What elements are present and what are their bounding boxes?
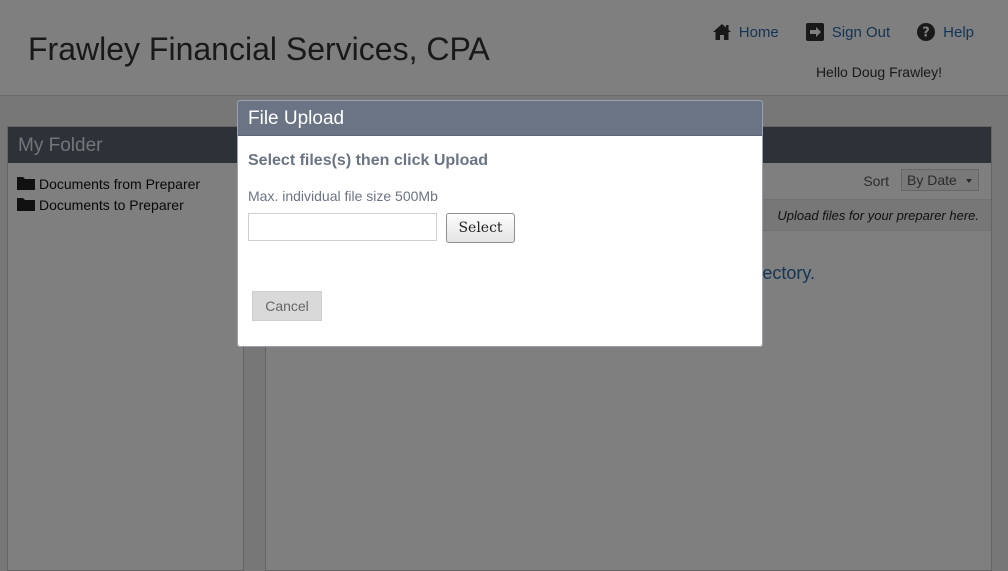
- dialog-subtitle: Select files(s) then click Upload: [248, 152, 489, 169]
- max-file-size-note: Max. individual file size 500Mb: [248, 188, 438, 204]
- file-path-input[interactable]: [248, 213, 437, 241]
- select-files-button[interactable]: Select: [446, 213, 515, 243]
- cancel-button[interactable]: Cancel: [252, 291, 322, 321]
- dialog-title: File Upload: [238, 101, 762, 136]
- file-upload-dialog: File Upload Select files(s) then click U…: [237, 100, 763, 347]
- dialog-body: Select files(s) then click Upload Max. i…: [238, 136, 762, 346]
